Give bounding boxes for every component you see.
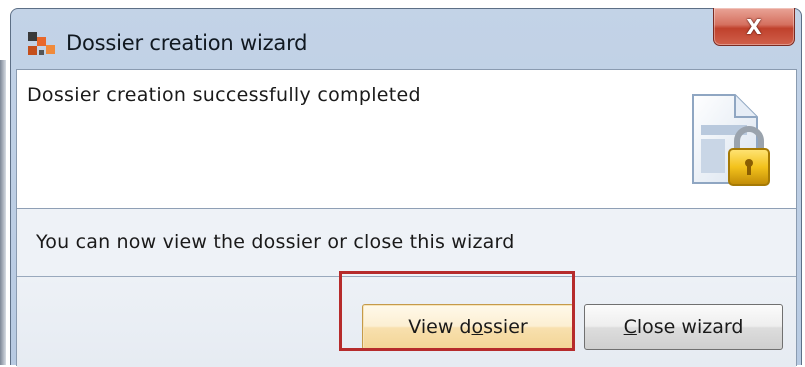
success-message: Dossier creation successfully completed <box>27 84 421 106</box>
close-wizard-button[interactable]: Close wizard <box>584 304 783 350</box>
window-close-button[interactable]: X <box>713 8 795 46</box>
info-panel: You can now view the dossier or close th… <box>17 209 796 277</box>
info-message: You can now view the dossier or close th… <box>36 231 515 253</box>
locked-document-icon <box>692 94 770 186</box>
app-logo-icon <box>28 32 55 55</box>
highlight-annotation-box <box>339 271 575 351</box>
close-icon: X <box>746 14 762 39</box>
header-panel: Dossier creation successfully completed <box>17 70 796 209</box>
title-bar[interactable]: Dossier creation wizard X <box>11 8 801 69</box>
window-title: Dossier creation wizard <box>66 31 308 55</box>
close-wizard-label: Close wizard <box>623 316 744 338</box>
window-left-shadow <box>0 60 6 365</box>
